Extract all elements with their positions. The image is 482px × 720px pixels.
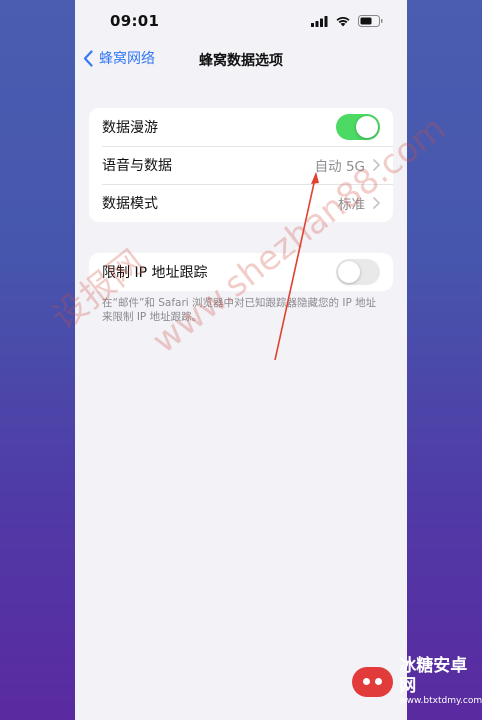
navigation-bar: 蜂窝网络 蜂窝数据选项 [75,44,407,76]
logo-title: 冰糖安卓网 [399,656,468,696]
chevron-right-icon [373,159,380,171]
toggle-knob [356,116,378,138]
voice-and-data-value: 自动 5G [314,159,365,175]
data-mode-row[interactable]: 数据模式 标准 [89,184,393,222]
cellular-signal-icon [311,15,328,27]
voice-and-data-row[interactable]: 语音与数据 自动 5G [89,146,393,184]
data-mode-label: 数据模式 [102,196,158,212]
phone-screen: 09:01 蜂窝网络 蜂窝数据选项 数据漫游 语音与数据 自动 5G 数据模式 … [75,0,407,720]
status-icons [311,15,383,27]
logo-text: 冰糖安卓网 www.btxtdmy.com [399,656,482,707]
wifi-icon [336,16,350,27]
data-mode-value: 标准 [338,197,365,213]
ip-tracking-footnote: 在“邮件”和 Safari 浏览器中对已知跟踪器隐藏您的 IP 地址来限制 IP… [102,297,377,323]
limit-ip-tracking-label: 限制 IP 地址跟踪 [102,265,208,281]
limit-ip-tracking-row: 限制 IP 地址跟踪 [89,253,393,291]
data-roaming-label: 数据漫游 [102,120,158,136]
toggle-knob [338,261,360,283]
logo-url: www.btxtdmy.com [399,696,482,706]
cellular-options-group: 数据漫游 语音与数据 自动 5G 数据模式 标准 [89,108,393,222]
ip-tracking-group: 限制 IP 地址跟踪 [89,253,393,291]
battery-icon [358,15,383,27]
chevron-right-icon [373,197,380,209]
limit-ip-tracking-toggle[interactable] [336,259,380,285]
voice-and-data-label: 语音与数据 [102,158,172,174]
data-roaming-row: 数据漫游 [89,108,393,146]
status-time: 09:01 [110,12,160,30]
site-logo: 冰糖安卓网 www.btxtdmy.com [352,656,482,707]
status-bar: 09:01 [75,0,407,44]
gamepad-logo-icon [352,666,394,697]
page-title: 蜂窝数据选项 [199,53,283,69]
data-roaming-toggle[interactable] [336,114,380,140]
